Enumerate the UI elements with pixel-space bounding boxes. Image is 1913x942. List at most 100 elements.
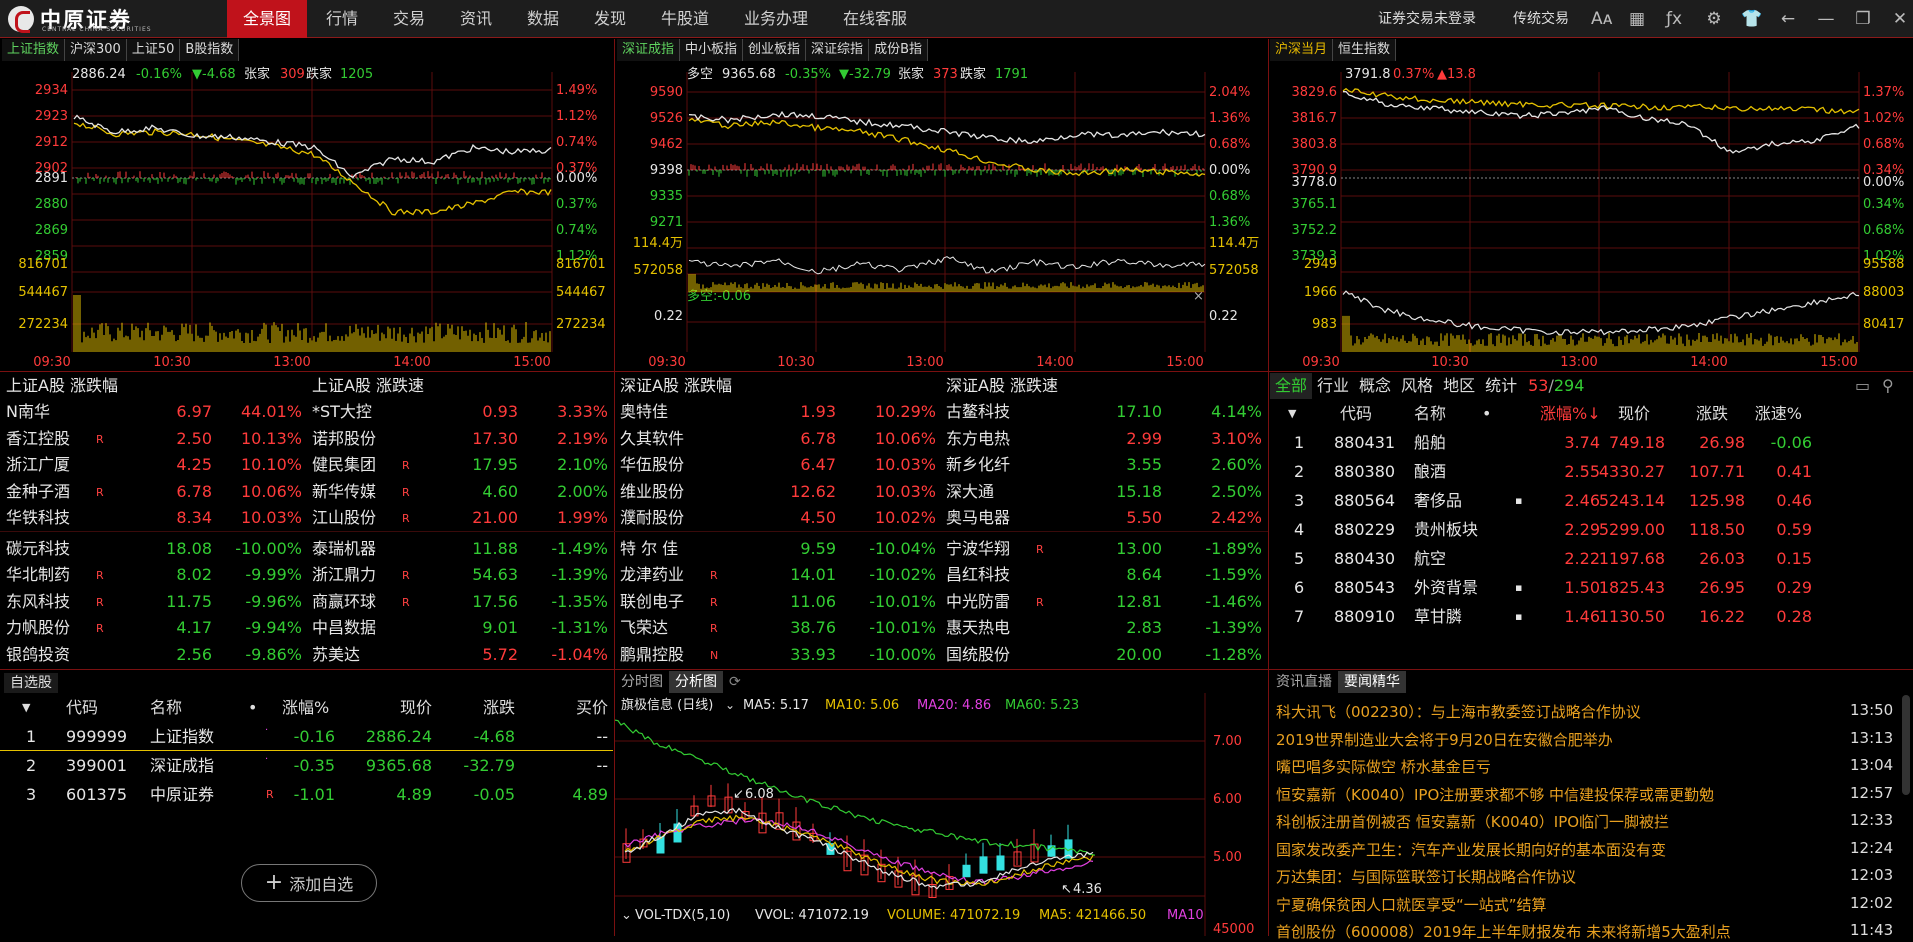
- rank-row[interactable]: 香江控股 R 2.50 10.13%: [4, 426, 304, 452]
- menu-trade[interactable]: 交易: [379, 0, 439, 38]
- col-header[interactable]: 代码: [66, 695, 98, 721]
- layout-icon[interactable]: ▦: [1627, 9, 1647, 29]
- sector-row[interactable]: 2 880380 酿酒 2.55 4330.27 107.71 0.41: [1270, 458, 1913, 486]
- rank-row[interactable]: N南华 6.97 44.01%: [4, 399, 304, 425]
- sector-row[interactable]: 1 880431 船舶 3.74 749.18 26.98 -0.06: [1270, 429, 1913, 457]
- skin-icon[interactable]: 👕: [1741, 9, 1762, 29]
- col-header[interactable]: 代码: [1340, 401, 1372, 427]
- watchlist-row[interactable]: 2 399001 深证成指 · -0.35 9365.68 -32.79 --: [0, 752, 613, 780]
- watchlist-row[interactable]: 3 601375 中原证券 R -1.01 4.89 -0.05 4.89: [0, 781, 613, 809]
- rank-row[interactable]: 维业股份 12.62 10.03%: [618, 479, 938, 505]
- gear-icon[interactable]: ⚙: [1704, 9, 1724, 29]
- tab-b-index[interactable]: B股指数: [180, 39, 240, 61]
- rank-row[interactable]: 苏美达 5.72 -1.04%: [310, 642, 610, 668]
- rank-row[interactable]: 浙江广厦 4.25 10.10%: [4, 452, 304, 478]
- add-watchlist-button[interactable]: + 添加自选: [241, 864, 377, 902]
- sector-row[interactable]: 3 880564 奢侈品 ▪ 2.46 5243.14 125.98 0.46: [1270, 487, 1913, 515]
- tab-hs300[interactable]: 沪深300: [65, 39, 127, 61]
- rank-row[interactable]: 江山股份 R 21.00 1.99%: [310, 505, 610, 531]
- rank-row[interactable]: 中昌数据 9.01 -1.31%: [310, 615, 610, 641]
- tab-sz-component[interactable]: 深证成指: [617, 39, 681, 61]
- rank-row[interactable]: 金种子酒 R 6.78 10.06%: [4, 479, 304, 505]
- tab-industry[interactable]: 行业: [1312, 373, 1354, 399]
- sort-menu-icon[interactable]: ▼: [1288, 401, 1296, 427]
- rank-row[interactable]: 国统股份 20.00 -1.28%: [944, 642, 1264, 668]
- tab-sz50[interactable]: 上证50: [126, 39, 181, 61]
- menu-discover[interactable]: 发现: [580, 0, 640, 38]
- rank-title[interactable]: 上证A股 涨跌幅: [6, 373, 118, 399]
- rank-row[interactable]: 昌红科技 8.64 -1.59%: [944, 562, 1264, 588]
- col-header[interactable]: •: [1482, 401, 1491, 427]
- col-header[interactable]: 现价: [1590, 401, 1650, 427]
- search-icon[interactable]: ⚲: [1882, 376, 1894, 395]
- rank-row[interactable]: 东风科技 R 11.75 -9.96%: [4, 589, 304, 615]
- futures-intraday-chart[interactable]: 3791.8 0.37% ▲13.8 3829.6 3816.7 3803.8 …: [1269, 62, 1913, 370]
- sz-index-intraday-chart[interactable]: 多空 9365.68 -0.35% ▼-32.79 张家 373 跌家 1791…: [615, 62, 1267, 370]
- sector-row[interactable]: 5 880430 航空 2.22 1197.68 26.03 0.15: [1270, 545, 1913, 573]
- rank-row[interactable]: 商赢环球 R 17.56 -1.35%: [310, 589, 610, 615]
- rank-row[interactable]: 健民集团 R 17.95 2.10%: [310, 452, 610, 478]
- rank-row[interactable]: 泰瑞机器 11.88 -1.49%: [310, 536, 610, 562]
- font-size-icon[interactable]: Aᴀ: [1591, 9, 1613, 29]
- refresh-icon[interactable]: ⟳: [723, 671, 747, 693]
- menu-overview[interactable]: 全景图: [227, 0, 307, 38]
- news-headline[interactable]: 宁夏确保贫困人口就医享受“一站式”结算: [1276, 894, 1816, 915]
- rank-row[interactable]: 古鳌科技 17.10 4.14%: [944, 399, 1264, 425]
- tab-analysis[interactable]: 分析图: [669, 671, 723, 693]
- menu-niugudao[interactable]: 牛股道: [650, 0, 720, 38]
- kline-chart[interactable]: 旗极信息 (日线) ⌄ MA5: 5.17 MA10: 5.06 MA20: 4…: [615, 693, 1267, 936]
- col-header[interactable]: 涨幅%: [282, 695, 329, 721]
- tab-all[interactable]: 全部: [1270, 373, 1313, 399]
- rank-row[interactable]: 诺邦股份 17.30 2.19%: [310, 426, 610, 452]
- watchlist-row[interactable]: 1 999999 上证指数 · -0.16 2886.24 -4.68 --: [0, 723, 613, 751]
- rank-row[interactable]: 惠天热电 2.83 -1.39%: [944, 615, 1264, 641]
- rank-row[interactable]: 碳元科技 18.08 -10.00%: [4, 536, 304, 562]
- tab-region[interactable]: 地区: [1438, 373, 1480, 399]
- tab-sh-index[interactable]: 上证指数: [2, 39, 66, 61]
- menu-news[interactable]: 资讯: [446, 0, 506, 38]
- rank-title[interactable]: 深证A股 涨跌速: [946, 373, 1058, 399]
- rank-row[interactable]: 宁波华翔 R 13.00 -1.89%: [944, 536, 1264, 562]
- rank-row[interactable]: 久其软件 6.78 10.06%: [618, 426, 938, 452]
- col-header[interactable]: 名称: [150, 695, 182, 721]
- rank-row[interactable]: 力帆股份 R 4.17 -9.94%: [4, 615, 304, 641]
- news-headline[interactable]: 2019世界制造业大会将于9月20日在安徽合肥举办: [1276, 729, 1816, 750]
- rank-row[interactable]: 奥马电器 5.50 2.42%: [944, 505, 1264, 531]
- close-icon[interactable]: ✕: [1890, 9, 1910, 29]
- news-headline[interactable]: 恒安嘉新（K0040）IPO注册要求都不够 中信建投保荐或需更勤勉: [1276, 784, 1816, 805]
- rank-row[interactable]: 浙江鼎力 R 54.63 -1.39%: [310, 562, 610, 588]
- rank-row[interactable]: 深大通 15.18 2.50%: [944, 479, 1264, 505]
- col-header[interactable]: 现价: [362, 695, 432, 721]
- rank-row[interactable]: 东方电热 2.99 3.10%: [944, 426, 1264, 452]
- back-icon[interactable]: ←: [1778, 9, 1798, 29]
- rank-row[interactable]: 濮耐股份 4.50 10.02%: [618, 505, 938, 531]
- vol-dropdown-icon[interactable]: ⌄: [621, 908, 632, 923]
- rank-row[interactable]: 华北制药 R 8.02 -9.99%: [4, 562, 304, 588]
- rank-title[interactable]: 上证A股 涨跌速: [312, 373, 424, 399]
- menu-quotes[interactable]: 行情: [312, 0, 372, 38]
- rank-title[interactable]: 深证A股 涨跌幅: [620, 373, 732, 399]
- restore-icon[interactable]: ❐: [1853, 9, 1873, 29]
- tab-sme[interactable]: 中小板指: [680, 39, 744, 61]
- col-header[interactable]: 涨速%: [1742, 401, 1802, 427]
- kline-dropdown-icon[interactable]: ⌄: [725, 698, 735, 712]
- rank-row[interactable]: 联创电子 R 11.06 -10.01%: [618, 589, 938, 615]
- col-header[interactable]: 名称: [1414, 401, 1446, 427]
- news-headline[interactable]: 嘴巴唱多实际做空 桥水基金巨亏: [1276, 756, 1816, 777]
- news-headline[interactable]: 科创板注册首例被否 恒安嘉新（K0040）IPO临门一脚被拦: [1276, 811, 1816, 832]
- news-headline[interactable]: 首创股份（600008）2019年上半年财报发布 未来将新增5大盈利点: [1276, 921, 1816, 942]
- tab-concept[interactable]: 概念: [1354, 373, 1396, 399]
- tab-intraday[interactable]: 分时图: [615, 671, 669, 693]
- rank-row[interactable]: 飞荣达 R 38.76 -10.01%: [618, 615, 938, 641]
- sector-row[interactable]: 4 880229 贵州板块 2.29 5299.00 118.50 0.59: [1270, 516, 1913, 544]
- tab-watchlist[interactable]: 自选股: [4, 673, 58, 693]
- rank-row[interactable]: 中光防雷 R 12.81 -1.46%: [944, 589, 1264, 615]
- rank-row[interactable]: 新华传媒 R 4.60 2.00%: [310, 479, 610, 505]
- rank-row[interactable]: 鹏鼎控股 N 33.93 -10.00%: [618, 642, 938, 668]
- col-header[interactable]: •: [248, 695, 257, 721]
- scrollbar[interactable]: [1902, 695, 1910, 795]
- menu-service[interactable]: 在线客服: [832, 0, 918, 38]
- menu-data[interactable]: 数据: [513, 0, 573, 38]
- col-header[interactable]: 涨跌: [445, 695, 515, 721]
- col-header[interactable]: 买价: [538, 695, 608, 721]
